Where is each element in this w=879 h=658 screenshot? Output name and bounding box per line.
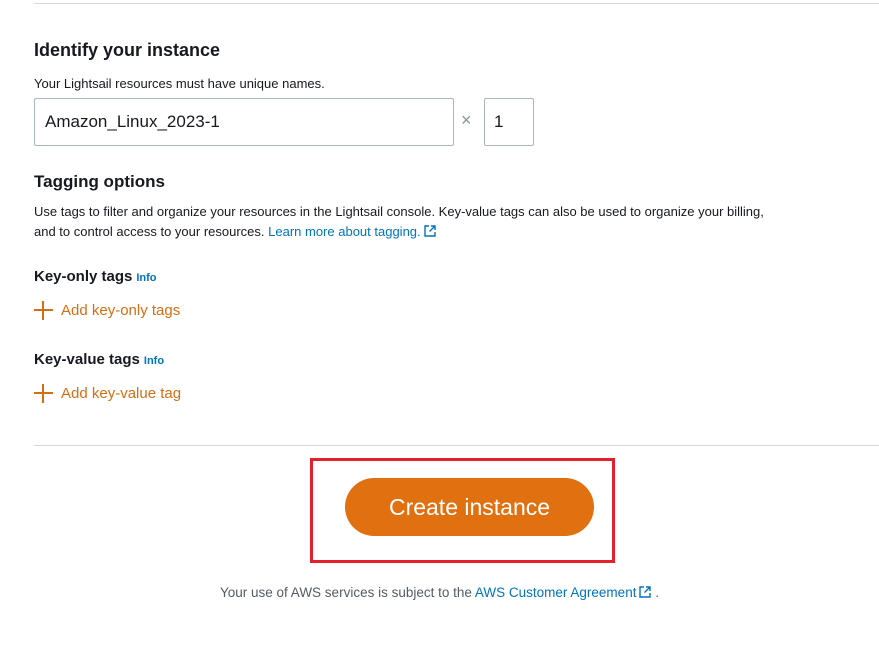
plus-icon — [34, 384, 53, 403]
identify-description: Your Lightsail resources must have uniqu… — [34, 76, 325, 91]
footer-agreement: Your use of AWS services is subject to t… — [0, 585, 879, 600]
times-symbol: × — [461, 110, 472, 130]
create-instance-button[interactable]: Create instance — [345, 478, 594, 536]
aws-customer-agreement-link[interactable]: AWS Customer Agreement — [475, 585, 652, 600]
tagging-section-title: Tagging options — [34, 172, 165, 191]
footer-suffix: . — [655, 585, 659, 600]
tagging-description: Use tags to filter and organize your res… — [34, 202, 774, 242]
footer-text: Your use of AWS services is subject to t… — [220, 585, 472, 600]
section-divider-top — [34, 3, 879, 4]
add-key-only-tags-button[interactable]: Add key-only tags — [34, 301, 180, 320]
external-link-icon — [423, 225, 436, 237]
key-only-info-link[interactable]: Info — [136, 272, 156, 284]
key-only-tags-title: Key-only tags Info — [34, 268, 157, 285]
instance-quantity-input[interactable] — [484, 98, 534, 146]
add-key-value-tag-label: Add key-value tag — [61, 385, 182, 402]
key-value-info-link[interactable]: Info — [144, 355, 164, 367]
add-key-only-tags-label: Add key-only tags — [61, 302, 181, 319]
external-link-icon — [639, 586, 652, 598]
instance-name-input[interactable] — [34, 98, 454, 146]
key-value-tags-title: Key-value tags Info — [34, 351, 165, 368]
add-key-value-tag-button[interactable]: Add key-value tag — [34, 384, 181, 403]
section-divider-bottom — [34, 445, 879, 446]
learn-more-tagging-link[interactable]: Learn more about tagging. — [268, 224, 436, 239]
plus-icon — [34, 301, 53, 320]
identify-section-title: Identify your instance — [34, 40, 221, 60]
